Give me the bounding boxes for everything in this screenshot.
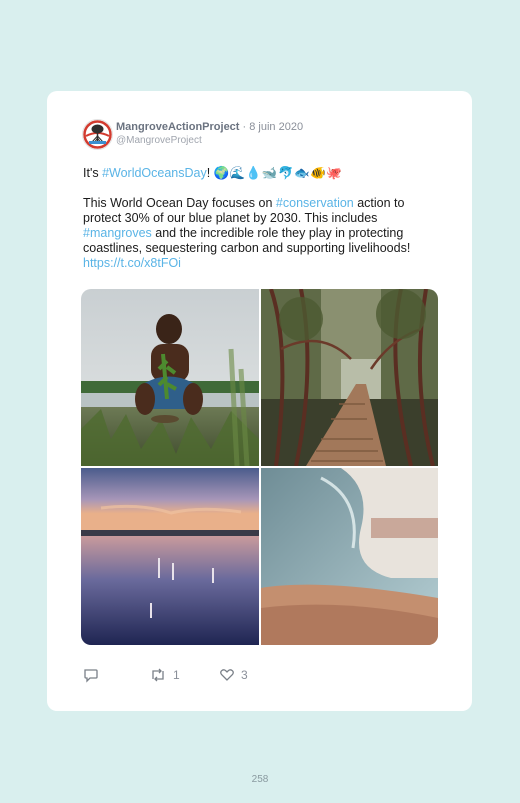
tweet-actions: 1 3: [83, 665, 383, 685]
page-number: 258: [251, 774, 269, 785]
tweet-paragraph-2: This World Ocean Day focuses on #conserv…: [83, 196, 443, 271]
photo-sunset-wetland-birds[interactable]: [81, 468, 259, 645]
heart-icon: [220, 669, 234, 681]
retweet-count: 1: [173, 668, 180, 682]
retweet-icon: [152, 668, 164, 682]
photo-mangrove-boardwalk[interactable]: [261, 289, 438, 466]
author-handle[interactable]: @MangroveProject: [116, 135, 202, 146]
tweet-link[interactable]: https://t.co/x8tFOi: [83, 256, 181, 270]
mangrove-logo-icon: [83, 120, 112, 149]
photo-man-planting-mangrove[interactable]: [81, 289, 259, 466]
tweet-text: It's #WorldOceansDay! 🌍🌊💧🐋🐬🐟🐠🐙 This Worl…: [83, 166, 443, 271]
author-line: MangroveActionProject · 8 juin 2020: [116, 121, 303, 133]
like-button[interactable]: 3: [219, 665, 248, 685]
photo-ocean-wave[interactable]: [261, 468, 438, 645]
text-span: This World Ocean Day focuses on: [83, 196, 276, 210]
author-name[interactable]: MangroveActionProject: [116, 121, 239, 133]
text-span: It's: [83, 166, 103, 180]
tweet-date[interactable]: 8 juin 2020: [249, 121, 303, 133]
tweet-line-1: It's #WorldOceansDay! 🌍🌊💧🐋🐬🐟🐠🐙: [83, 166, 443, 181]
author-separator: ·: [239, 121, 250, 133]
retweet-button[interactable]: 1: [149, 665, 180, 685]
hashtag-mangroves[interactable]: #mangroves: [83, 226, 152, 240]
like-count: 3: [241, 668, 248, 682]
hashtag-conservation[interactable]: #conservation: [276, 196, 354, 210]
text-span: !: [206, 166, 211, 180]
hashtag-worldoceansday[interactable]: #WorldOceansDay: [102, 166, 207, 180]
reply-button[interactable]: [83, 665, 105, 685]
avatar[interactable]: [82, 119, 113, 150]
emoji-sequence: 🌍🌊💧🐋🐬🐟🐠🐙: [213, 166, 343, 180]
reply-icon: [84, 669, 98, 683]
media-grid: [81, 289, 438, 645]
tweet-card: MangroveActionProject · 8 juin 2020 @Man…: [47, 91, 472, 711]
